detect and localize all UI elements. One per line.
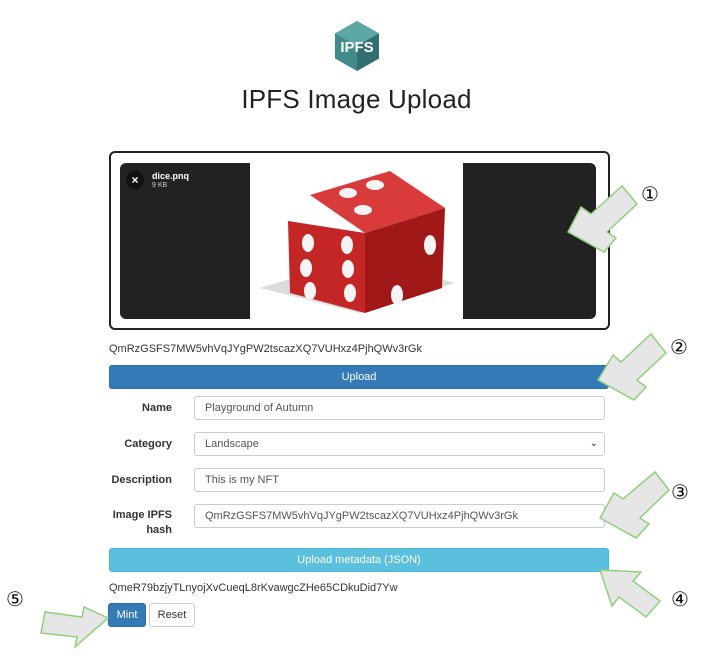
annotation-arrow-4 bbox=[598, 569, 662, 619]
annotation-2: ② bbox=[670, 337, 688, 359]
annotation-1: ① bbox=[641, 184, 659, 206]
annotation-arrow-2 bbox=[596, 332, 668, 401]
annotation-layer bbox=[40, 184, 671, 650]
annotation-arrow-3 bbox=[598, 470, 671, 539]
annotation-arrow-5 bbox=[40, 605, 110, 650]
annotation-arrow-1 bbox=[566, 184, 639, 253]
annotation-3: ③ bbox=[671, 482, 689, 504]
annotation-4: ④ bbox=[671, 589, 689, 611]
annotation-5: ⑤ bbox=[6, 589, 24, 611]
